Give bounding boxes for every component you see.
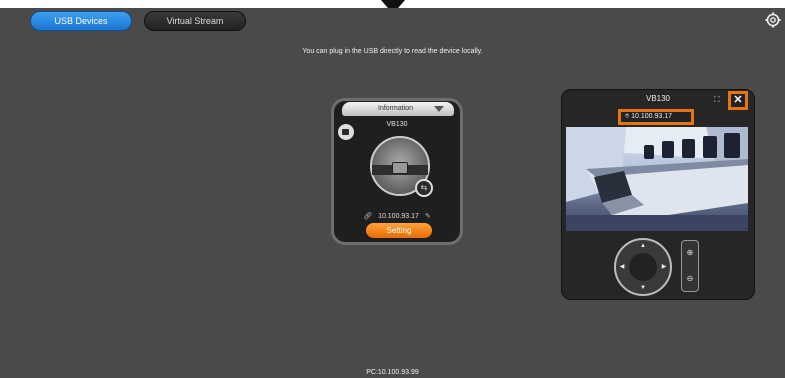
stream-title: VB130	[645, 94, 671, 103]
ptz-control-pad: ▲ ▼ ◀ ▶	[614, 238, 672, 296]
zoom-in-icon[interactable]: ⊕	[684, 247, 696, 259]
arrow-right-icon[interactable]: ▶	[657, 262, 671, 272]
arrow-up-icon[interactable]: ▲	[636, 241, 650, 251]
conference-room-image	[566, 127, 748, 231]
stream-ip: 10.100.93.17	[631, 113, 673, 120]
chevron-down-icon	[434, 106, 444, 112]
device-ip: 10.100.93.17	[378, 213, 419, 220]
arrow-left-icon[interactable]: ◀	[615, 262, 629, 272]
info-dropdown[interactable]: Information	[342, 102, 454, 116]
pc-ip-footer: PC:10.100.93.99	[366, 369, 419, 376]
logo-watermark	[33, 347, 37, 357]
settings-gear-icon[interactable]	[765, 12, 781, 28]
app-window: USB Devices Virtual Stream You can plug …	[0, 8, 785, 378]
tab-bar: USB Devices Virtual Stream	[30, 11, 258, 31]
stream-preview-panel: VB130 ⛶ ✕ ⌾ 10.100.93.17 ▲ ▼ ◀ ▶ ⊕ ⊖	[561, 89, 755, 300]
zoom-out-icon[interactable]: ⊖	[684, 273, 696, 285]
arrow-down-icon[interactable]: ▼	[636, 283, 650, 293]
stream-ip-box: ⌾ 10.100.93.17	[618, 109, 694, 125]
close-icon[interactable]: ✕	[728, 91, 748, 110]
edit-icon[interactable]: ✎	[425, 213, 431, 220]
setting-button[interactable]: Setting	[366, 223, 432, 238]
info-header-label: Information	[378, 105, 414, 112]
connect-icon[interactable]: ⇆	[415, 179, 433, 197]
device-model-name: VB130	[386, 121, 408, 128]
expand-icon[interactable]: ⛶	[714, 95, 720, 105]
device-info-card: Information VB130 ⇆ 🔗︎ 10.100.93.17 ✎ Se…	[331, 98, 463, 245]
ptz-center[interactable]	[629, 253, 657, 281]
tab-virtual-stream[interactable]: Virtual Stream	[144, 11, 246, 31]
location-pin-icon: ⌾	[625, 113, 630, 120]
video-preview	[566, 127, 748, 231]
link-icon: 🔗︎	[363, 213, 373, 220]
zoom-controls: ⊕ ⊖	[681, 240, 699, 292]
device-ip-row: 🔗︎ 10.100.93.17 ✎	[334, 212, 460, 220]
tab-usb-devices[interactable]: USB Devices	[30, 11, 132, 31]
device-lens	[392, 162, 408, 174]
usb-hint-text: You can plug in the USB directly to read…	[302, 48, 483, 55]
